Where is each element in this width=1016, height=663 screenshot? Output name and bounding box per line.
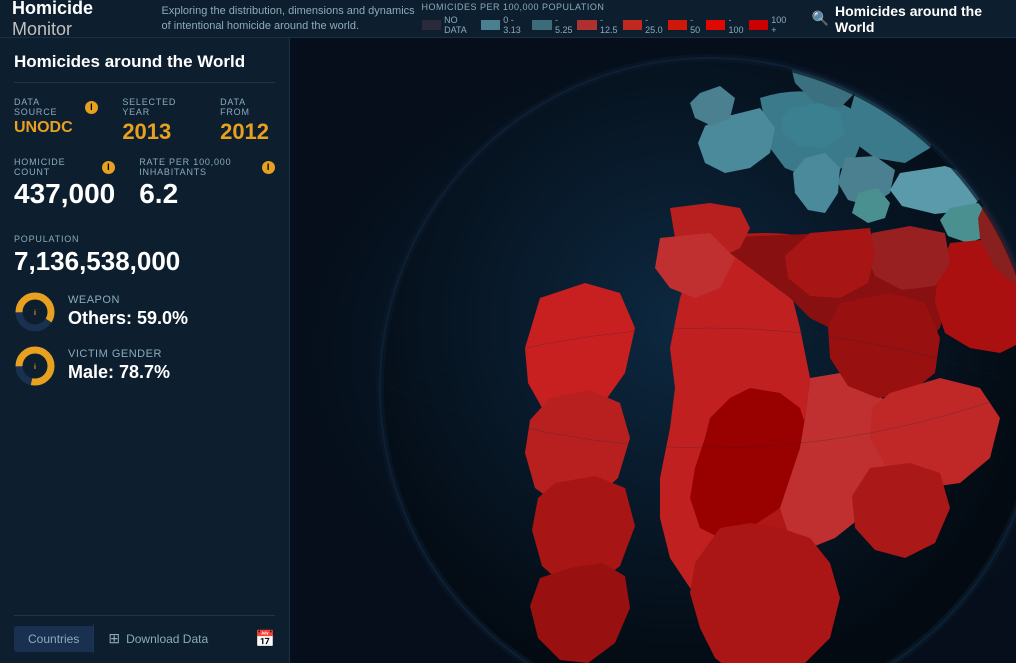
source-year-row: DATA SOURCE i UNODC SELECTED YEAR 2013 D… <box>14 97 275 145</box>
rate-section: RATE PER 100,000 INHABITANTS i 6.2 <box>139 157 275 210</box>
legend-5: - 5.25 <box>532 15 575 35</box>
search-area[interactable]: 🔍 Homicides around the World <box>812 3 1004 35</box>
legend-swatch-100plus <box>749 20 769 30</box>
header-subtitle: Exploring the distribution, dimensions a… <box>162 4 422 33</box>
victim-gender-section: i VICTIM GENDER Male: 78.7% <box>14 345 275 387</box>
data-source-label: DATA SOURCE i <box>14 97 98 117</box>
bottom-bar: Countries ⊞ Download Data 📅 <box>14 615 275 653</box>
victim-gender-value: Male: 78.7% <box>68 362 170 383</box>
search-icon: 🔍 <box>812 10 829 27</box>
homicide-count-label: HOMICIDE COUNT i <box>14 157 115 177</box>
sidebar-title: Homicides around the World <box>14 52 275 83</box>
legend-12: - 12.5 <box>577 15 620 35</box>
rate-label: RATE PER 100,000 INHABITANTS i <box>139 157 275 177</box>
selected-year-label: SELECTED YEAR <box>122 97 202 117</box>
population-section: POPULATION 7,136,538,000 <box>14 234 275 277</box>
weapon-value: Others: 59.0% <box>68 308 188 329</box>
legend-100plus: 100 + <box>749 15 792 35</box>
download-data-button[interactable]: ⊞ Download Data <box>93 624 222 653</box>
legend-label: HOMICIDES PER 100,000 POPULATION <box>422 2 792 12</box>
legend-0-3: 0 - 3.13 <box>481 15 531 35</box>
data-from-label: DATA FROM <box>220 97 275 117</box>
logo-area: Homicide Monitor <box>12 0 144 40</box>
weapon-donut: i <box>14 291 56 333</box>
data-from-value: 2012 <box>220 119 275 145</box>
legend-no-data: NO DATA <box>422 15 479 35</box>
victim-gender-donut: i <box>14 345 56 387</box>
year-row: SELECTED YEAR 2013 DATA FROM 2012 <box>122 97 275 145</box>
homicide-count-value: 437,000 <box>14 179 115 210</box>
svg-text:i: i <box>34 364 36 371</box>
legend-swatch-12 <box>577 20 597 30</box>
table-icon: ⊞ <box>108 630 120 647</box>
legend-25: - 25.0 <box>623 15 666 35</box>
weapon-section: i WEAPON Others: 59.0% <box>14 291 275 333</box>
data-source-section: DATA SOURCE i UNODC <box>14 97 98 145</box>
countries-button[interactable]: Countries <box>14 626 93 652</box>
legend-colors: NO DATA 0 - 3.13 - 5.25 - 12.5 - 25.0 - … <box>422 15 792 35</box>
logo-text: Homicide Monitor <box>12 0 144 40</box>
victim-gender-text: VICTIM GENDER Male: 78.7% <box>68 348 170 383</box>
calendar-icon[interactable]: 📅 <box>255 629 275 649</box>
search-title: Homicides around the World <box>835 3 1004 35</box>
map-area[interactable] <box>290 38 1016 663</box>
legend-swatch-50 <box>668 20 688 30</box>
legend-swatch-25 <box>623 20 643 30</box>
population-value: 7,136,538,000 <box>14 246 275 277</box>
selected-year-value: 2013 <box>122 119 202 145</box>
count-rate-row: HOMICIDE COUNT i 437,000 RATE PER 100,00… <box>14 157 275 222</box>
data-from-section: DATA FROM 2012 <box>220 97 275 145</box>
data-source-value: UNODC <box>14 119 98 137</box>
selected-year-section: SELECTED YEAR 2013 <box>122 97 202 145</box>
legend-swatch-5 <box>532 20 552 30</box>
legend-area: HOMICIDES PER 100,000 POPULATION NO DATA… <box>422 2 792 35</box>
legend-100: - 100 <box>706 15 747 35</box>
app-header: Homicide Monitor Exploring the distribut… <box>0 0 1016 38</box>
svg-text:i: i <box>34 310 36 317</box>
rate-info-icon[interactable]: i <box>262 161 275 174</box>
main-content: Homicides around the World DATA SOURCE i… <box>0 38 1016 663</box>
rate-value: 6.2 <box>139 179 275 210</box>
weapon-text: WEAPON Others: 59.0% <box>68 294 188 329</box>
legend-50: - 50 <box>668 15 704 35</box>
data-source-info-icon[interactable]: i <box>85 101 98 114</box>
globe-visualization <box>290 38 1016 663</box>
sidebar: Homicides around the World DATA SOURCE i… <box>0 38 290 663</box>
homicide-count-section: HOMICIDE COUNT i 437,000 <box>14 157 115 210</box>
population-label: POPULATION <box>14 234 275 244</box>
legend-swatch-0-3 <box>481 20 501 30</box>
legend-swatch-100 <box>706 20 726 30</box>
legend-swatch-no-data <box>422 20 442 30</box>
homicide-count-info-icon[interactable]: i <box>102 161 115 174</box>
